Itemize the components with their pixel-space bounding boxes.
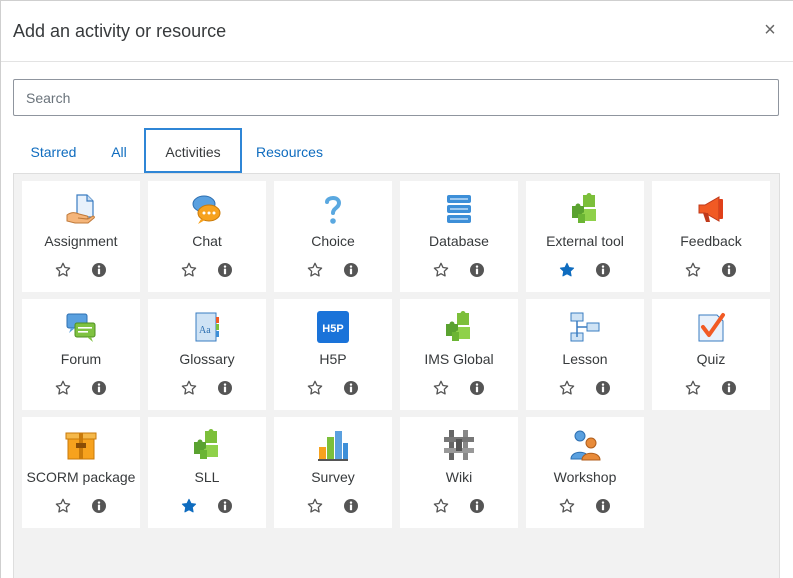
star-icon[interactable] [307, 498, 323, 514]
star-icon[interactable] [685, 262, 701, 278]
quiz-icon [695, 311, 727, 343]
forum-icon [65, 311, 97, 343]
tab-all[interactable]: All [94, 128, 144, 173]
assignment-icon [65, 193, 97, 225]
glossary-icon: Aa [191, 311, 223, 343]
info-icon[interactable] [343, 380, 359, 396]
star-icon[interactable] [433, 262, 449, 278]
activity-name: Database [429, 233, 489, 249]
puzzle-icon [191, 429, 223, 461]
activity-name: IMS Global [424, 351, 494, 367]
activity-name: Chat [192, 233, 222, 249]
star-icon[interactable] [55, 498, 71, 514]
activity-name: SLL [194, 469, 220, 485]
wiki-icon [443, 429, 475, 461]
info-icon[interactable] [595, 380, 611, 396]
info-icon[interactable] [343, 498, 359, 514]
activity-tile[interactable]: Wiki [400, 417, 518, 528]
search-input[interactable] [13, 79, 779, 116]
scorm-icon [65, 429, 97, 461]
info-icon[interactable] [91, 262, 107, 278]
activity-name: Workshop [553, 469, 617, 485]
star-icon[interactable] [685, 380, 701, 396]
activity-tile[interactable]: Lesson [526, 299, 644, 410]
activity-tile[interactable]: H5P H5P [274, 299, 392, 410]
puzzle-icon [443, 311, 475, 343]
star-filled-icon[interactable] [181, 498, 197, 514]
activity-name: H5P [319, 351, 347, 367]
tab-bar: Starred All Activities Resources [13, 128, 783, 173]
lesson-icon [569, 311, 601, 343]
activity-name: Forum [60, 351, 102, 367]
choice-icon [317, 193, 349, 225]
activity-name: Lesson [562, 351, 608, 367]
info-icon[interactable] [595, 498, 611, 514]
activity-name: Choice [311, 233, 355, 249]
activity-name: Quiz [696, 351, 726, 367]
info-icon[interactable] [217, 262, 233, 278]
activity-name: Glossary [179, 351, 235, 367]
activity-tile[interactable]: SLL [148, 417, 266, 528]
activity-tile[interactable]: Quiz [652, 299, 770, 410]
activity-tile[interactable]: Database [400, 181, 518, 292]
info-icon[interactable] [469, 380, 485, 396]
database-icon [443, 193, 475, 225]
chat-icon [191, 193, 223, 225]
activity-tile[interactable]: Forum [22, 299, 140, 410]
tab-resources[interactable]: Resources [242, 128, 337, 173]
survey-icon [317, 429, 349, 461]
activity-tile[interactable]: Choice [274, 181, 392, 292]
megaphone-icon [695, 193, 727, 225]
info-icon[interactable] [91, 498, 107, 514]
star-icon[interactable] [559, 380, 575, 396]
workshop-icon [569, 429, 601, 461]
svg-text:H5P: H5P [322, 323, 343, 335]
star-icon[interactable] [55, 380, 71, 396]
star-filled-icon[interactable] [559, 262, 575, 278]
activity-name: Survey [311, 469, 355, 485]
info-icon[interactable] [469, 498, 485, 514]
star-icon[interactable] [181, 380, 197, 396]
activity-name: Feedback [680, 233, 742, 249]
info-icon[interactable] [595, 262, 611, 278]
dialog-title: Add an activity or resource [13, 21, 227, 41]
info-icon[interactable] [217, 498, 233, 514]
puzzle-icon [569, 193, 601, 225]
svg-text:Aa: Aa [199, 325, 211, 336]
activity-name: Assignment [44, 233, 118, 249]
activity-name: SCORM package [26, 469, 136, 485]
activity-grid: Assignment Chat Choice Database External too… [13, 173, 780, 578]
activity-name: Wiki [445, 469, 473, 485]
activity-tile[interactable]: SCORM package [22, 417, 140, 528]
activity-tile[interactable]: Assignment [22, 181, 140, 292]
activity-tile[interactable]: Survey [274, 417, 392, 528]
activity-tile[interactable]: Aa Glossary [148, 299, 266, 410]
activity-tile[interactable]: Workshop [526, 417, 644, 528]
star-icon[interactable] [55, 262, 71, 278]
info-icon[interactable] [721, 262, 737, 278]
activity-tile[interactable]: Feedback [652, 181, 770, 292]
star-icon[interactable] [433, 380, 449, 396]
info-icon[interactable] [91, 380, 107, 396]
star-icon[interactable] [433, 498, 449, 514]
star-icon[interactable] [307, 262, 323, 278]
info-icon[interactable] [217, 380, 233, 396]
info-icon[interactable] [343, 262, 359, 278]
activity-tile[interactable]: External tool [526, 181, 644, 292]
tab-activities[interactable]: Activities [144, 128, 242, 173]
tab-starred[interactable]: Starred [13, 128, 94, 173]
add-activity-dialog: Add an activity or resource × Starred Al… [0, 0, 793, 578]
h5p-icon: H5P [317, 311, 349, 343]
activity-tile[interactable]: Chat [148, 181, 266, 292]
star-icon[interactable] [559, 498, 575, 514]
dialog-header: Add an activity or resource × [1, 1, 793, 62]
activity-tile[interactable]: IMS Global [400, 299, 518, 410]
info-icon[interactable] [469, 262, 485, 278]
star-icon[interactable] [181, 262, 197, 278]
activity-name: External tool [546, 233, 624, 249]
star-icon[interactable] [307, 380, 323, 396]
close-button[interactable]: × [761, 19, 779, 41]
info-icon[interactable] [721, 380, 737, 396]
